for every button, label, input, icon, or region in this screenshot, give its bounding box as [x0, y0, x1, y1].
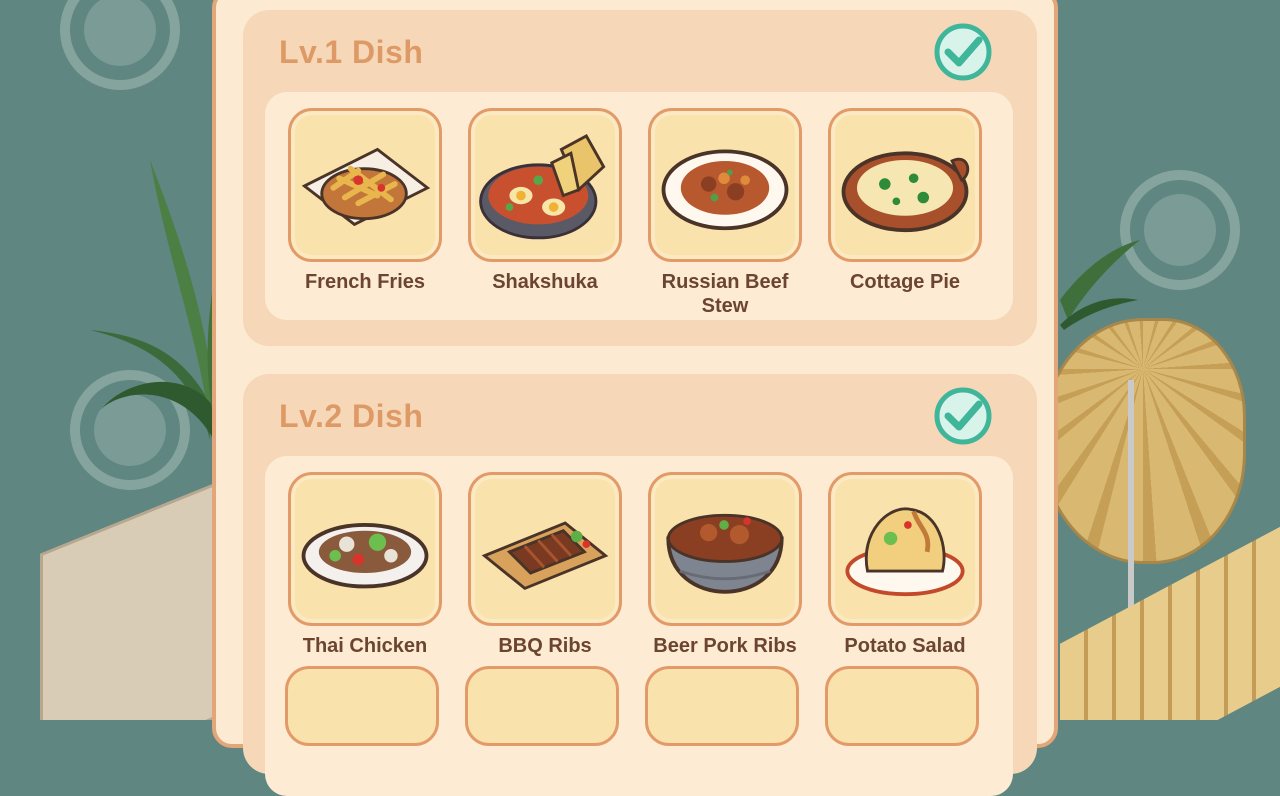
- sun-decoration: [60, 0, 180, 90]
- dish-tile[interactable]: [288, 472, 442, 626]
- beach-umbrella: [1040, 318, 1246, 564]
- dish-card[interactable]: Shakshuka: [465, 108, 625, 294]
- dish-tile[interactable]: [288, 108, 442, 262]
- russian-beef-stew-icon: [661, 149, 789, 231]
- dish-card[interactable]: Beer Pork Ribs: [645, 472, 805, 658]
- french-fries-icon: [301, 147, 431, 227]
- palm-plant-decoration: [90, 160, 220, 440]
- section-title: Lv.1 Dish: [279, 34, 424, 70]
- dish-tile[interactable]: [648, 472, 802, 626]
- dish-name: Thai Chicken: [302, 635, 428, 657]
- recipe-book-panel: Lv.1 Dish French Fries Shakshuka Russian…: [212, 0, 1058, 796]
- dish-card[interactable]: Russian Beef Stew: [645, 108, 805, 318]
- dish-name: Russian Beef Stew: [661, 271, 789, 317]
- dish-name: Cottage Pie: [849, 271, 961, 293]
- dish-tile-partial[interactable]: [465, 666, 619, 746]
- dish-grid: French Fries Shakshuka Russian Beef Stew…: [265, 92, 1013, 320]
- dish-card[interactable]: French Fries: [285, 108, 445, 294]
- check-icon: [934, 387, 992, 445]
- dish-card[interactable]: Thai Chicken: [285, 472, 445, 658]
- potato-salad-icon: [845, 507, 965, 597]
- check-icon: [934, 23, 992, 81]
- bbq-ribs-icon: [481, 521, 609, 591]
- dish-name: French Fries: [304, 271, 426, 293]
- thai-chicken-icon: [301, 523, 429, 589]
- dish-name: Potato Salad: [844, 635, 966, 657]
- dish-card[interactable]: BBQ Ribs: [465, 472, 625, 658]
- cottage-pie-icon: [841, 151, 970, 233]
- dish-tile[interactable]: [468, 472, 622, 626]
- dish-name: Beer Pork Ribs: [653, 635, 797, 657]
- dish-card[interactable]: Potato Salad: [825, 472, 985, 658]
- shakshuka-icon: [479, 134, 606, 240]
- beer-pork-ribs-icon: [666, 513, 784, 594]
- section-title: Lv.2 Dish: [279, 398, 424, 434]
- dish-card[interactable]: Cottage Pie: [825, 108, 985, 294]
- palm-plant-decoration: [1060, 240, 1140, 330]
- dish-tile[interactable]: [648, 108, 802, 262]
- dish-tile-partial[interactable]: [285, 666, 439, 746]
- dish-tile-partial[interactable]: [645, 666, 799, 746]
- dish-tile[interactable]: [468, 108, 622, 262]
- dish-name: Shakshuka: [492, 271, 598, 293]
- dish-level-section: Lv.1 Dish French Fries Shakshuka Russian…: [243, 10, 1037, 346]
- dish-tile[interactable]: [828, 108, 982, 262]
- dish-name: BBQ Ribs: [498, 635, 592, 657]
- dish-tile-partial[interactable]: [825, 666, 979, 746]
- dish-tile[interactable]: [828, 472, 982, 626]
